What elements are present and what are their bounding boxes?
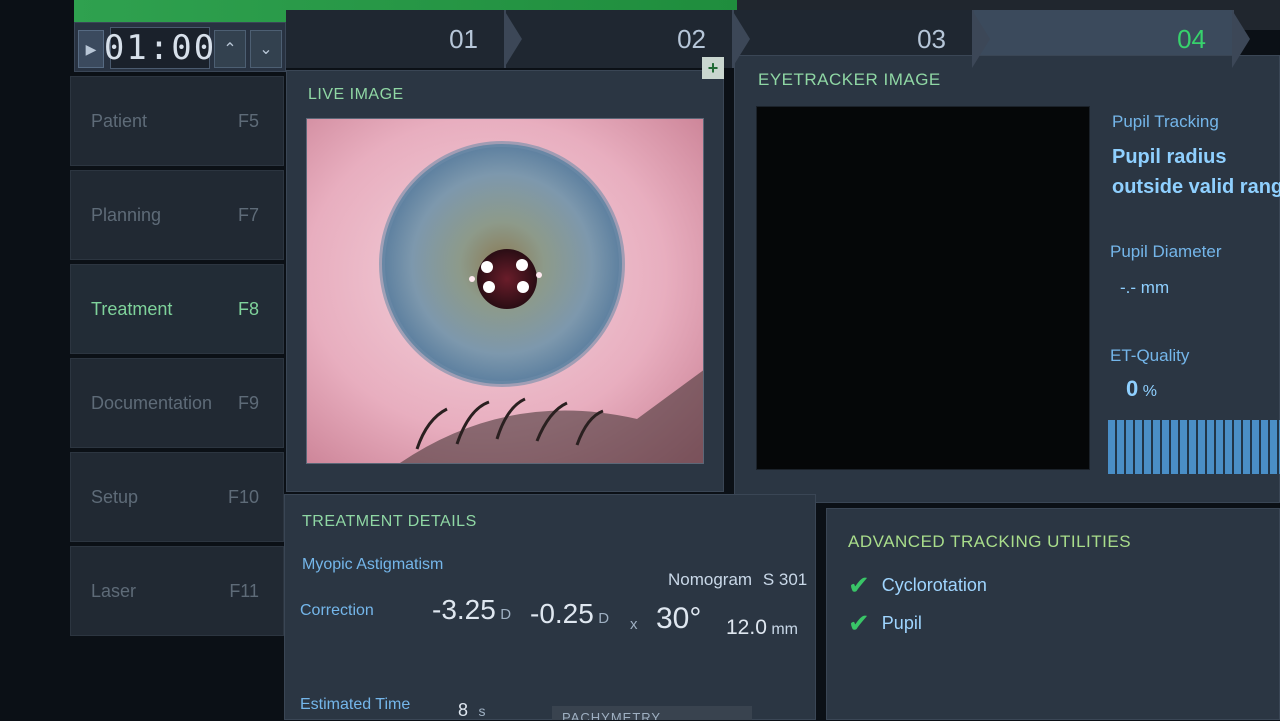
estimated-time-value: 8 [458,700,469,720]
zone-unit: mm [771,621,798,638]
sidebar-item-setup[interactable]: Setup F10 [70,452,284,542]
sidebar-item-key: F7 [237,204,259,225]
cylinder-value: -0.25 [530,598,594,629]
play-button[interactable]: ▶ [78,30,104,68]
chevron-up-icon: ⌃ [223,41,237,58]
sidebar: Patient F5 Planning F7 Treatment F8 Documen… [70,72,284,642]
checkmark-icon: ✔ [848,608,870,638]
estimated-time-readout: 8 s [458,700,485,721]
sidebar-item-label: Planning [91,204,162,225]
eyetracker-title: EYETRACKER IMAGE [758,70,941,89]
nomogram-value: S 301 [762,570,808,589]
tracking-utilities-title: ADVANCED TRACKING UTILITIES [848,532,1132,551]
correction-label: Correction [300,602,374,619]
sidebar-item-treatment[interactable]: Treatment F8 [70,264,284,354]
sidebar-item-patient[interactable]: Patient F5 [70,76,284,166]
tracking-item-label: Cyclorotation [881,575,987,595]
sidebar-item-label: Documentation [91,392,213,413]
add-button[interactable]: + [702,57,724,79]
sidebar-item-label: Laser [91,580,137,601]
tracking-item-cyclorotation[interactable]: ✔ Cyclorotation [848,570,987,601]
sidebar-item-key: F10 [227,486,259,507]
step-tab-02[interactable]: 02 [506,10,750,68]
tracking-item-pupil[interactable]: ✔ Pupil [848,608,922,639]
zone-readout: 12.0 mm [726,616,798,640]
chevron-down-icon: ⌄ [259,41,273,58]
treatment-type: Myopic Astigmatism [302,556,444,573]
step-tab-label: 04 [1177,23,1206,54]
sidebar-item-documentation[interactable]: Documentation F9 [70,358,284,448]
timer-up-button[interactable]: ⌃ [214,30,246,68]
et-quality-readout: 0 % [1126,376,1157,402]
sidebar-item-label: Setup [91,486,139,507]
estimated-time-label: Estimated Time [300,696,411,713]
sphere-readout: -3.25 D [432,594,511,626]
treatment-details-title: TREATMENT DETAILS [302,513,477,530]
nomogram-label: Nomogram [668,570,753,589]
step-tab-01[interactable]: 01 [286,10,522,68]
step-tab-label: 02 [677,23,706,54]
pupil-diameter-unit: mm [1140,278,1170,297]
pupil-diameter-value: -.- [1120,278,1137,297]
sidebar-item-key: F11 [229,580,259,601]
sidebar-item-key: F9 [237,392,259,413]
pupil-diameter-readout: -.- mm [1120,278,1169,298]
zone-value: 12.0 [726,616,767,639]
step-tab-label: 01 [449,23,478,54]
et-quality-value: 0 [1126,376,1139,401]
et-quality-label: ET-Quality [1110,346,1190,365]
cylinder-readout: -0.25 D [530,598,609,630]
pupil-tracking-status-2: outside valid range [1112,176,1280,198]
axis-times: x [630,616,638,633]
pachymetry-header: PACHYMETRY [552,706,752,720]
eye-image [307,119,703,463]
checkmark-icon: ✔ [848,570,870,600]
sidebar-item-laser[interactable]: Laser F11 [70,546,284,636]
sidebar-item-key: F5 [237,110,259,131]
cylinder-unit: D [598,610,610,627]
pupil-tracking-status: Pupil radius [1112,146,1227,168]
nomogram: Nomogram S 301 [668,570,807,590]
live-image-title: LIVE IMAGE [308,86,404,103]
live-eye-image [306,118,704,464]
sidebar-item-label: Treatment [91,298,173,319]
play-icon: ▶ [85,40,97,57]
sidebar-item-planning[interactable]: Planning F7 [70,170,284,260]
et-quality-bar [1108,420,1280,474]
tracking-item-label: Pupil [881,613,922,633]
sphere-value: -3.25 [432,594,496,625]
sidebar-item-label: Patient [91,110,148,131]
sphere-unit: D [500,606,512,623]
pachymetry-label: PACHYMETRY [562,710,662,720]
timer-down-button[interactable]: ⌄ [250,30,282,68]
axis-value: 30° [656,602,702,635]
sidebar-item-key: F8 [237,298,259,319]
estimated-time-unit: s [478,703,486,719]
step-tab-label: 03 [917,23,946,54]
pupil-diameter-label: Pupil Diameter [1110,242,1222,261]
timer-display: 01:00 [103,27,217,69]
eyetracker-image [756,106,1090,470]
pupil-tracking-label: Pupil Tracking [1112,112,1219,131]
et-quality-unit: % [1142,383,1157,400]
